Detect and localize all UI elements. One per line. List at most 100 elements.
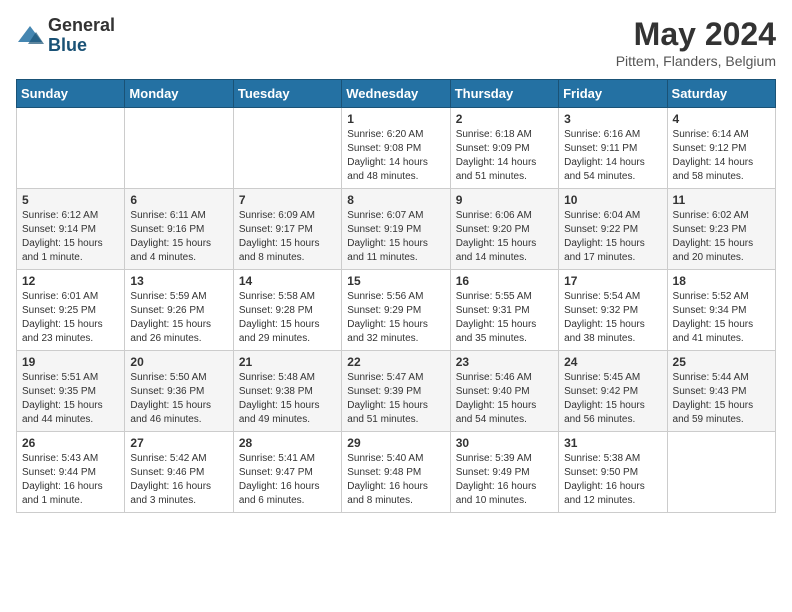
- day-number: 22: [347, 355, 444, 369]
- day-number: 21: [239, 355, 336, 369]
- day-number: 2: [456, 112, 553, 126]
- day-number: 5: [22, 193, 119, 207]
- calendar-day-25: 25 Sunrise: 5:44 AM Sunset: 9:43 PM Dayli…: [667, 351, 775, 432]
- day-number: 13: [130, 274, 227, 288]
- day-content: Sunrise: 5:43 AM Sunset: 9:44 PM Dayligh…: [22, 452, 119, 508]
- day-number: 30: [456, 436, 553, 450]
- logo-text: General Blue: [48, 16, 115, 56]
- day-content: Sunrise: 6:01 AM Sunset: 9:25 PM Dayligh…: [22, 290, 119, 346]
- calendar-day-29: 29 Sunrise: 5:40 AM Sunset: 9:48 PM Dayli…: [342, 432, 450, 513]
- calendar-day-31: 31 Sunrise: 5:38 AM Sunset: 9:50 PM Dayli…: [559, 432, 667, 513]
- calendar-week-row: 5 Sunrise: 6:12 AM Sunset: 9:14 PM Daylig…: [17, 189, 776, 270]
- day-number: 28: [239, 436, 336, 450]
- day-content: Sunrise: 5:41 AM Sunset: 9:47 PM Dayligh…: [239, 452, 336, 508]
- day-content: Sunrise: 5:47 AM Sunset: 9:39 PM Dayligh…: [347, 371, 444, 427]
- day-number: 20: [130, 355, 227, 369]
- day-content: Sunrise: 5:45 AM Sunset: 9:42 PM Dayligh…: [564, 371, 661, 427]
- logo-general-text: General: [48, 16, 115, 36]
- calendar-day-30: 30 Sunrise: 5:39 AM Sunset: 9:49 PM Dayli…: [450, 432, 558, 513]
- day-number: 16: [456, 274, 553, 288]
- day-number: 29: [347, 436, 444, 450]
- day-content: Sunrise: 6:14 AM Sunset: 9:12 PM Dayligh…: [673, 128, 770, 184]
- calendar-week-row: 19Sunrise: 5:51 AM Sunset: 9:35 PM Dayli…: [17, 351, 776, 432]
- day-header-sunday: Sunday: [17, 80, 125, 108]
- month-title: May 2024: [616, 16, 776, 53]
- day-content: Sunrise: 5:42 AM Sunset: 9:46 PM Dayligh…: [130, 452, 227, 508]
- day-content: Sunrise: 6:20 AM Sunset: 9:08 PM Dayligh…: [347, 128, 444, 184]
- day-number: 14: [239, 274, 336, 288]
- calendar-empty-cell: [233, 108, 341, 189]
- day-number: 4: [673, 112, 770, 126]
- day-number: 1: [347, 112, 444, 126]
- day-number: 26: [22, 436, 119, 450]
- day-number: 31: [564, 436, 661, 450]
- day-number: 3: [564, 112, 661, 126]
- calendar-day-3: 3 Sunrise: 6:16 AM Sunset: 9:11 PM Daylig…: [559, 108, 667, 189]
- day-content: Sunrise: 5:56 AM Sunset: 9:29 PM Dayligh…: [347, 290, 444, 346]
- day-header-wednesday: Wednesday: [342, 80, 450, 108]
- day-number: 10: [564, 193, 661, 207]
- day-content: Sunrise: 6:16 AM Sunset: 9:11 PM Dayligh…: [564, 128, 661, 184]
- day-content: Sunrise: 6:12 AM Sunset: 9:14 PM Dayligh…: [22, 209, 119, 265]
- day-content: Sunrise: 5:58 AM Sunset: 9:28 PM Dayligh…: [239, 290, 336, 346]
- calendar-day-1: 1 Sunrise: 6:20 AM Sunset: 9:08 PM Daylig…: [342, 108, 450, 189]
- calendar-day-27: 27 Sunrise: 5:42 AM Sunset: 9:46 PM Dayli…: [125, 432, 233, 513]
- day-number: 15: [347, 274, 444, 288]
- logo-blue-text: Blue: [48, 36, 115, 56]
- day-number: 11: [673, 193, 770, 207]
- day-header-friday: Friday: [559, 80, 667, 108]
- calendar-day-9: 9Sunrise: 6:06 AM Sunset: 9:20 PM Daylig…: [450, 189, 558, 270]
- day-content: Sunrise: 5:54 AM Sunset: 9:32 PM Dayligh…: [564, 290, 661, 346]
- calendar-day-4: 4 Sunrise: 6:14 AM Sunset: 9:12 PM Daylig…: [667, 108, 775, 189]
- day-header-saturday: Saturday: [667, 80, 775, 108]
- day-content: Sunrise: 5:50 AM Sunset: 9:36 PM Dayligh…: [130, 371, 227, 427]
- day-content: Sunrise: 5:38 AM Sunset: 9:50 PM Dayligh…: [564, 452, 661, 508]
- location-text: Pittem, Flanders, Belgium: [616, 53, 776, 69]
- calendar-empty-cell: [125, 108, 233, 189]
- logo: General Blue: [16, 16, 115, 56]
- calendar-week-row: 26 Sunrise: 5:43 AM Sunset: 9:44 PM Dayli…: [17, 432, 776, 513]
- calendar-empty-cell: [17, 108, 125, 189]
- day-number: 9: [456, 193, 553, 207]
- day-number: 27: [130, 436, 227, 450]
- calendar-day-20: 20 Sunrise: 5:50 AM Sunset: 9:36 PM Dayli…: [125, 351, 233, 432]
- day-number: 6: [130, 193, 227, 207]
- calendar-day-12: 12 Sunrise: 6:01 AM Sunset: 9:25 PM Dayli…: [17, 270, 125, 351]
- page-header: General Blue May 2024 Pittem, Flanders, …: [16, 16, 776, 69]
- day-header-tuesday: Tuesday: [233, 80, 341, 108]
- calendar-empty-cell: [667, 432, 775, 513]
- calendar-day-22: 22 Sunrise: 5:47 AM Sunset: 9:39 PM Dayli…: [342, 351, 450, 432]
- calendar-day-6: 6 Sunrise: 6:11 AM Sunset: 9:16 PM Daylig…: [125, 189, 233, 270]
- day-content: Sunrise: 6:18 AM Sunset: 9:09 PM Dayligh…: [456, 128, 553, 184]
- day-content: Sunrise: 5:44 AM Sunset: 9:43 PM Dayligh…: [673, 371, 770, 427]
- day-content: Sunrise: 5:40 AM Sunset: 9:48 PM Dayligh…: [347, 452, 444, 508]
- day-content: Sunrise: 5:46 AM Sunset: 9:40 PM Dayligh…: [456, 371, 553, 427]
- day-content: Sunrise: 5:39 AM Sunset: 9:49 PM Dayligh…: [456, 452, 553, 508]
- day-number: 8: [347, 193, 444, 207]
- day-number: 25: [673, 355, 770, 369]
- calendar-day-2: 2 Sunrise: 6:18 AM Sunset: 9:09 PM Daylig…: [450, 108, 558, 189]
- day-content: Sunrise: 6:09 AM Sunset: 9:17 PM Dayligh…: [239, 209, 336, 265]
- calendar-day-26: 26 Sunrise: 5:43 AM Sunset: 9:44 PM Dayli…: [17, 432, 125, 513]
- calendar-week-row: 12 Sunrise: 6:01 AM Sunset: 9:25 PM Dayli…: [17, 270, 776, 351]
- calendar-day-18: 18Sunrise: 5:52 AM Sunset: 9:34 PM Dayli…: [667, 270, 775, 351]
- day-content: Sunrise: 6:02 AM Sunset: 9:23 PM Dayligh…: [673, 209, 770, 265]
- day-number: 12: [22, 274, 119, 288]
- calendar-day-14: 14 Sunrise: 5:58 AM Sunset: 9:28 PM Dayli…: [233, 270, 341, 351]
- calendar-day-11: 11 Sunrise: 6:02 AM Sunset: 9:23 PM Dayli…: [667, 189, 775, 270]
- day-content: Sunrise: 6:07 AM Sunset: 9:19 PM Dayligh…: [347, 209, 444, 265]
- day-content: Sunrise: 5:48 AM Sunset: 9:38 PM Dayligh…: [239, 371, 336, 427]
- day-content: Sunrise: 6:04 AM Sunset: 9:22 PM Dayligh…: [564, 209, 661, 265]
- calendar-day-24: 24Sunrise: 5:45 AM Sunset: 9:42 PM Dayli…: [559, 351, 667, 432]
- day-number: 23: [456, 355, 553, 369]
- day-number: 19: [22, 355, 119, 369]
- day-content: Sunrise: 6:11 AM Sunset: 9:16 PM Dayligh…: [130, 209, 227, 265]
- title-block: May 2024 Pittem, Flanders, Belgium: [616, 16, 776, 69]
- calendar-day-5: 5 Sunrise: 6:12 AM Sunset: 9:14 PM Daylig…: [17, 189, 125, 270]
- calendar-day-8: 8 Sunrise: 6:07 AM Sunset: 9:19 PM Daylig…: [342, 189, 450, 270]
- calendar-day-23: 23 Sunrise: 5:46 AM Sunset: 9:40 PM Dayli…: [450, 351, 558, 432]
- calendar-table: SundayMondayTuesdayWednesdayThursdayFrid…: [16, 79, 776, 513]
- day-header-thursday: Thursday: [450, 80, 558, 108]
- logo-icon: [16, 22, 44, 50]
- calendar-day-17: 17Sunrise: 5:54 AM Sunset: 9:32 PM Dayli…: [559, 270, 667, 351]
